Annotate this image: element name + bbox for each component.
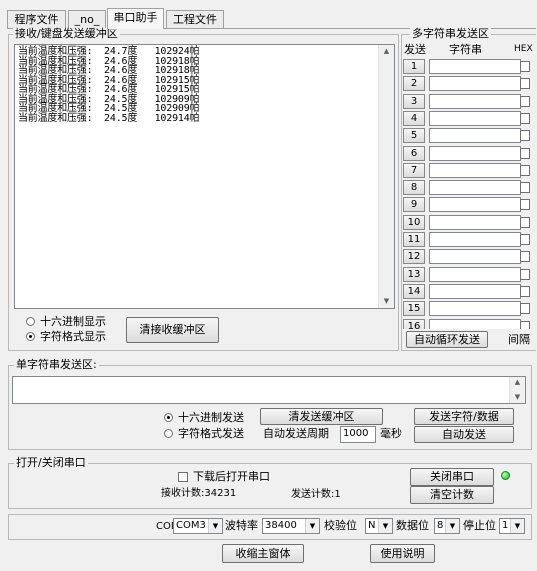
multi-send-button[interactable]: 14 (403, 283, 425, 299)
multi-send-button[interactable]: 9 (403, 197, 425, 213)
radio-hex-send[interactable] (164, 413, 173, 422)
stopbits-label: 停止位 (463, 519, 496, 532)
tx-count: 发送计数:1 (291, 489, 341, 500)
chevron-down-icon: ▼ (208, 519, 222, 533)
parity-value: N (368, 520, 376, 531)
multi-string-input[interactable] (429, 301, 521, 317)
stopbits-value: 1 (502, 520, 509, 531)
multi-string-input[interactable] (429, 249, 521, 265)
port-status-led-icon (501, 471, 510, 480)
baud-select[interactable]: 38400 ▼ (262, 518, 320, 534)
multi-hex-checkbox[interactable] (520, 268, 530, 280)
multi-string-input[interactable] (429, 266, 521, 282)
multi-hex-checkbox[interactable] (520, 130, 530, 142)
multi-hex-checkbox[interactable] (520, 147, 530, 159)
multi-send-button[interactable]: 3 (403, 93, 425, 109)
radio-text-send-label: 字符格式发送 (178, 427, 244, 440)
shrink-window-button[interactable]: 收缩主窗体 (222, 544, 304, 563)
multi-hex-checkbox[interactable] (520, 112, 530, 124)
clear-send-button[interactable]: 清发送缓冲区 (260, 408, 383, 425)
close-port-button[interactable]: 关闭串口 (410, 468, 494, 486)
multi-hex-checkbox[interactable] (520, 199, 530, 211)
send-data-button[interactable]: 发送字符/数据 (414, 408, 514, 425)
multi-send-button[interactable]: 10 (403, 214, 425, 230)
multi-hex-checkbox[interactable] (520, 251, 530, 263)
radio-text-display[interactable] (26, 332, 35, 341)
multi-string-input[interactable] (429, 283, 521, 299)
chevron-down-icon: ▼ (378, 519, 392, 533)
multi-string-input[interactable] (429, 180, 521, 196)
multi-hex-checkbox[interactable] (520, 78, 530, 90)
multi-hex-checkbox[interactable] (520, 234, 530, 245)
single-send-title: 单字符串发送区: (14, 358, 99, 371)
ms-label: 毫秒 (380, 427, 402, 440)
multi-string-input[interactable] (429, 76, 521, 92)
scroll-down-icon[interactable]: ▼ (510, 391, 525, 403)
multi-send-button[interactable]: 16 (403, 318, 425, 329)
multi-string-input[interactable] (429, 197, 521, 213)
com-value: COM3 (176, 520, 206, 531)
parity-label: 校验位 (324, 519, 357, 532)
multi-hex-checkbox[interactable] (520, 216, 530, 228)
multi-string-input[interactable] (429, 128, 521, 144)
stopbits-select[interactable]: 1 ▼ (499, 518, 525, 534)
multi-send-button[interactable]: 7 (403, 162, 425, 178)
databits-select[interactable]: 8 ▼ (434, 518, 460, 534)
chevron-down-icon: ▼ (445, 519, 459, 533)
multi-send-button[interactable]: 11 (403, 232, 425, 247)
multi-send-button[interactable]: 1 (403, 59, 425, 74)
auto-period-label: 自动发送周期 (263, 427, 329, 440)
multi-send-button[interactable]: 4 (403, 110, 425, 126)
databits-value: 8 (437, 520, 444, 531)
parity-select[interactable]: N ▼ (365, 518, 393, 534)
multi-send-button[interactable]: 15 (403, 301, 425, 317)
single-send-input[interactable]: ▲ ▼ (12, 376, 526, 404)
multi-string-input[interactable] (429, 214, 521, 230)
multi-send-button[interactable]: 12 (403, 249, 425, 265)
chevron-down-icon: ▼ (305, 519, 319, 533)
multi-send-button[interactable]: 2 (403, 76, 425, 92)
multi-string-input[interactable] (429, 232, 521, 247)
radio-hex-send-label: 十六进制发送 (178, 411, 244, 424)
multi-string-input[interactable] (429, 318, 521, 329)
multi-send-button[interactable]: 5 (403, 128, 425, 144)
multi-hex-checkbox[interactable] (520, 164, 530, 176)
rx-count: 接收计数:34231 (161, 488, 237, 499)
multi-string-input[interactable] (429, 93, 521, 109)
multi-hex-checkbox[interactable] (520, 182, 530, 194)
period-input[interactable]: 1000 (340, 426, 376, 443)
auto-loop-send-button[interactable]: 自动循环发送 (406, 331, 488, 348)
open-after-download-label: 下载后打开串口 (193, 470, 270, 483)
multi-string-input[interactable] (429, 59, 521, 74)
interval-label: 间隔 (508, 333, 530, 346)
single-send-scrollbar[interactable]: ▲ ▼ (509, 377, 525, 403)
scroll-up-icon[interactable]: ▲ (510, 377, 525, 389)
port-group-title: 打开/关闭串口 (14, 456, 88, 469)
databits-label: 数据位 (396, 519, 429, 532)
radio-text-display-label: 字符格式显示 (40, 330, 106, 343)
multi-string-input[interactable] (429, 162, 521, 178)
multi-send-button[interactable]: 8 (403, 180, 425, 196)
baud-value: 38400 (265, 520, 297, 531)
multi-send-button[interactable]: 6 (403, 145, 425, 161)
multi-hex-checkbox[interactable] (520, 303, 530, 315)
auto-send-button[interactable]: 自动发送 (414, 426, 514, 443)
chevron-down-icon: ▼ (510, 519, 524, 533)
help-button[interactable]: 使用说明 (370, 544, 435, 563)
tab-serial-assistant[interactable]: 串口助手 (107, 8, 164, 29)
clear-count-button[interactable]: 清空计数 (410, 486, 494, 504)
open-after-download-checkbox[interactable] (178, 472, 188, 482)
multi-string-input[interactable] (429, 110, 521, 126)
multi-hex-checkbox[interactable] (520, 320, 530, 329)
multi-string-input[interactable] (429, 145, 521, 161)
multi-hex-checkbox[interactable] (520, 61, 530, 72)
com-select[interactable]: COM3 ▼ (173, 518, 223, 534)
multi-hex-checkbox[interactable] (520, 95, 530, 107)
multi-send-button[interactable]: 13 (403, 266, 425, 282)
baud-label: 波特率 (225, 519, 258, 532)
radio-text-send[interactable] (164, 429, 173, 438)
multi-hex-checkbox[interactable] (520, 285, 530, 297)
